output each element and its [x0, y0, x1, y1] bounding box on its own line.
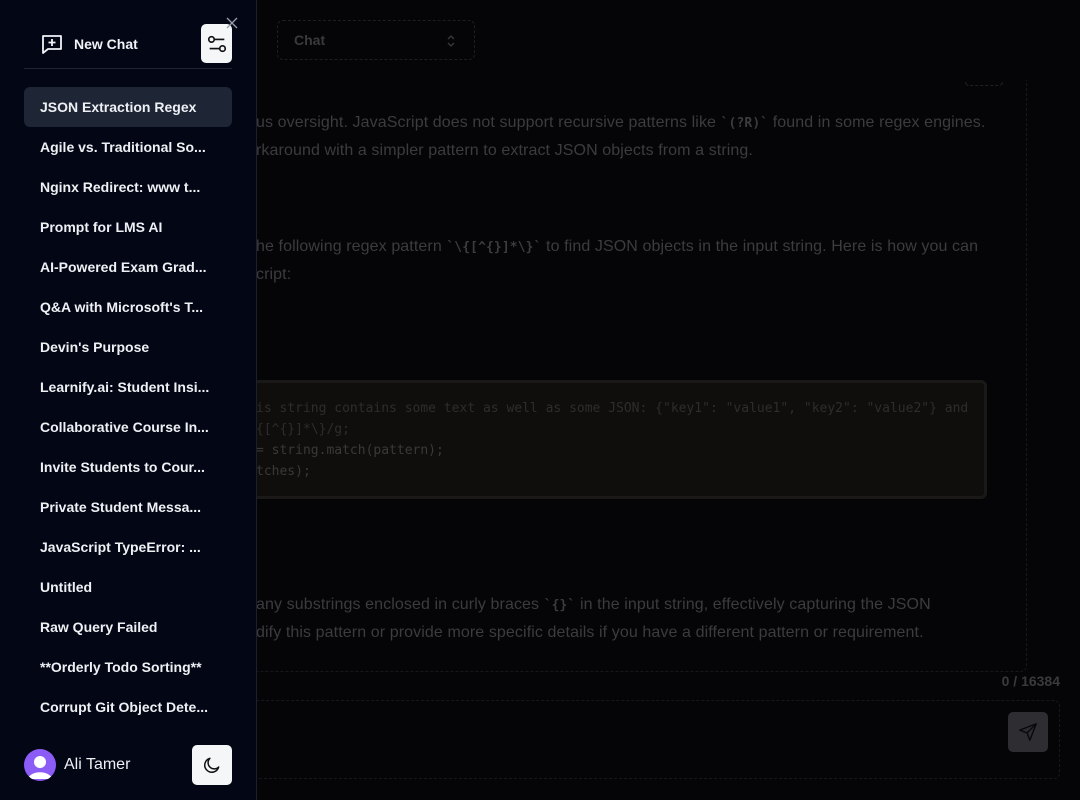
message-text: any substrings enclosed in curly braces …	[256, 596, 931, 613]
chat-item[interactable]: **Orderly Todo Sorting**	[24, 647, 232, 687]
code-line: tches);	[256, 464, 311, 479]
mode-select[interactable]: Chat	[277, 20, 475, 60]
chat-item[interactable]: JSON Extraction Regex	[24, 87, 232, 127]
sidebar: New Chat JSON Extraction Regex Agile vs.…	[0, 0, 257, 800]
avatar	[24, 749, 56, 781]
message-text: us oversight. JavaScript does not suppor…	[256, 114, 986, 131]
message-plus-icon	[42, 35, 62, 54]
theme-toggle-button[interactable]	[192, 745, 232, 785]
chat-item[interactable]: Private Student Messa...	[24, 487, 232, 527]
chat-list: JSON Extraction Regex Agile vs. Traditio…	[24, 87, 232, 727]
message-text: cript:	[256, 266, 292, 283]
new-chat-label: New Chat	[74, 36, 138, 52]
user-name: Ali Tamer	[64, 756, 131, 773]
moon-icon	[204, 757, 220, 773]
code-line: is string contains some text as well as …	[256, 401, 969, 416]
user-profile[interactable]: Ali Tamer	[24, 749, 130, 781]
chat-item[interactable]: JavaScript TypeError: ...	[24, 527, 232, 567]
code-line: = string.match(pattern);	[256, 443, 444, 458]
chat-item[interactable]: Invite Students to Cour...	[24, 447, 232, 487]
message-text: he following regex pattern `\{[^{}]*\}` …	[256, 238, 979, 255]
message-text: rkaround with a simpler pattern to extra…	[256, 142, 753, 159]
chat-item[interactable]: Devin's Purpose	[24, 327, 232, 367]
message-text: dify this pattern or provide more specif…	[256, 624, 924, 641]
chat-item[interactable]: Agile vs. Traditional So...	[24, 127, 232, 167]
send-icon	[1019, 723, 1037, 741]
mode-select-value: Chat	[294, 32, 326, 48]
close-icon[interactable]	[225, 16, 239, 30]
chat-item[interactable]: Learnify.ai: Student Insi...	[24, 367, 232, 407]
chat-item[interactable]: Collaborative Course In...	[24, 407, 232, 447]
chat-item[interactable]: Raw Query Failed	[24, 607, 232, 647]
new-chat-button[interactable]: New Chat	[40, 32, 138, 56]
chat-item[interactable]: Prompt for LMS AI	[24, 207, 232, 247]
chat-item[interactable]: Q&A with Microsoft's T...	[24, 287, 232, 327]
chat-item[interactable]: Untitled	[24, 567, 232, 607]
code-line: {[^{}]*\}/g;	[256, 422, 350, 437]
chat-item[interactable]: AI-Powered Exam Grad...	[24, 247, 232, 287]
chevron-up-down-icon	[447, 35, 455, 47]
chat-item[interactable]: Corrupt Git Object Dete...	[24, 687, 232, 727]
send-button[interactable]	[1008, 712, 1048, 752]
sliders-icon	[207, 35, 226, 52]
user-icon	[28, 756, 52, 779]
chat-item[interactable]: Nginx Redirect: www t...	[24, 167, 232, 207]
char-counter: 0 / 16384	[1001, 673, 1060, 689]
sidebar-divider	[24, 68, 232, 69]
